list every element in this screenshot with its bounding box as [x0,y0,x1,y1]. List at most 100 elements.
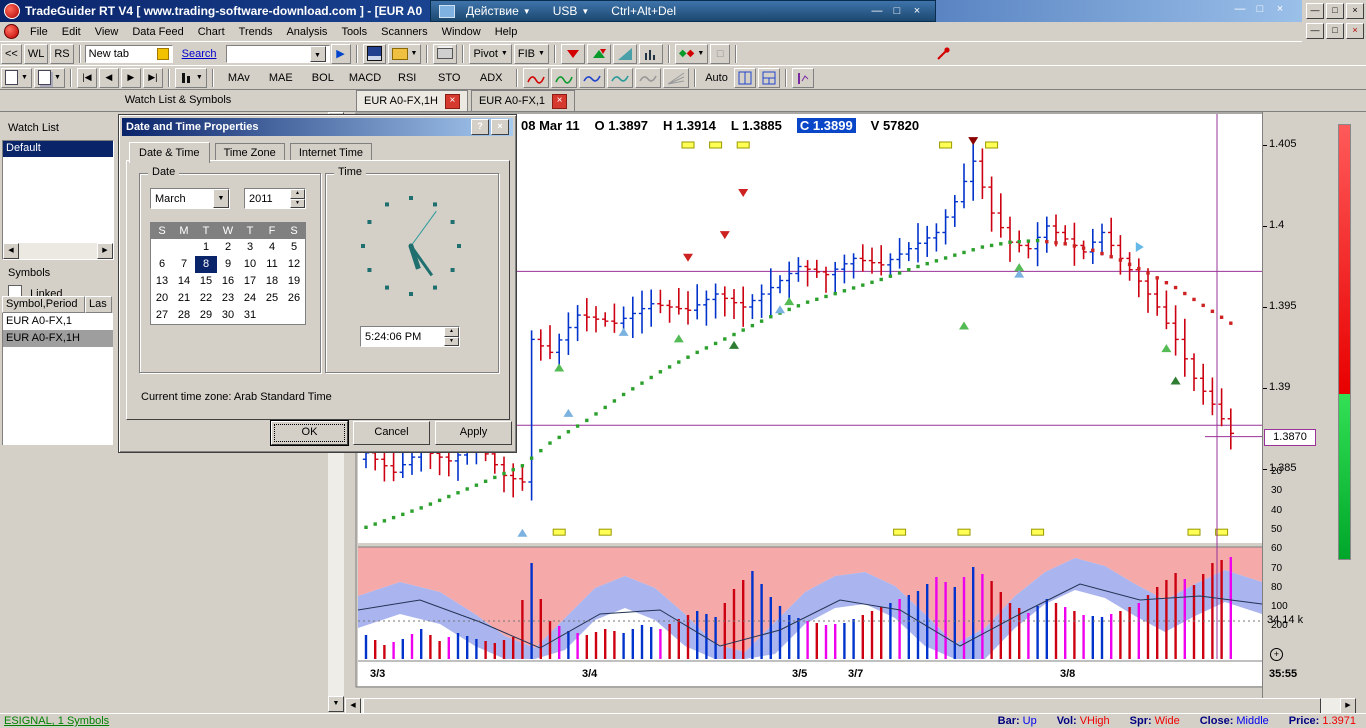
rs-button[interactable]: RS [50,44,73,64]
symbol-row-selected[interactable]: EUR A0-FX,1H [3,330,113,347]
symbol-combo[interactable]: ▼ [226,45,330,63]
ok-button[interactable]: OK [271,421,348,445]
calendar-day-25[interactable]: 25 [261,290,283,307]
calendar-day-12[interactable]: 12 [283,256,305,273]
symbol-row[interactable]: EUR A0-FX,1 [3,313,113,330]
bars-tool-icon[interactable] [639,44,663,64]
menu-window[interactable]: Window [435,24,488,40]
trend-tool-icon[interactable] [613,44,637,64]
calendar-day-9[interactable]: 9 [217,256,239,273]
scrollbar-thumb[interactable] [363,698,1321,714]
indicator-button-mav[interactable]: MAv [219,68,259,88]
calendar-day-23[interactable]: 23 [217,290,239,307]
tab-date-time[interactable]: Date & Time [129,142,210,163]
copy-page-icon[interactable]: ▼ [34,68,65,88]
calendar-day-22[interactable]: 22 [195,290,217,307]
calendar-day-11[interactable]: 11 [261,256,283,273]
menu-analysis[interactable]: Analysis [279,24,334,40]
calendar-day-26[interactable]: 26 [283,290,305,307]
listbox-hscrollbar[interactable]: ◀ ▶ [3,243,113,259]
time-spinner[interactable]: 5:24:06 PM ▲ ▼ [360,326,460,347]
mdi-close-button[interactable]: × [1346,23,1364,39]
spin-up-icon[interactable]: ▲ [290,189,305,199]
new-tab-input[interactable]: New tab [85,45,173,63]
zoom-icon[interactable]: + [1270,648,1283,661]
spin-down-icon[interactable]: ▼ [290,199,305,209]
close-button[interactable]: × [491,119,509,135]
window-copy-icon[interactable]: □ [710,44,730,64]
help-button[interactable]: ? [471,119,489,135]
calendar-day-30[interactable]: 30 [217,307,239,324]
open-folder-icon[interactable]: ▼ [388,44,422,64]
year-spinner[interactable]: 2011 ▲ ▼ [244,188,306,209]
squiggle-blue-icon[interactable] [579,68,605,88]
diamond-marker-dropdown[interactable]: ◆ ◆ ▼ [675,44,708,64]
menu-scanners[interactable]: Scanners [374,24,434,40]
calendar-day-5[interactable]: 5 [283,239,305,256]
scroll-left-icon[interactable]: ◀ [3,243,19,259]
squiggle-green-icon[interactable] [551,68,577,88]
calendar-day-17[interactable]: 17 [239,273,261,290]
next-bar-button[interactable]: ▶ [121,68,141,88]
menu-file[interactable]: File [23,24,55,40]
scale-value-30[interactable]: 30 [1271,485,1282,496]
auto-scale-button[interactable]: Auto [701,68,732,88]
scroll-left-icon[interactable]: ◀ [345,698,361,714]
calendar-day-18[interactable]: 18 [261,273,283,290]
vm-ctrl-alt-del-button[interactable]: Ctrl+Alt+Del [611,4,676,18]
restore-button[interactable]: □ [1326,3,1344,19]
cancel-button[interactable]: Cancel [353,421,430,445]
calendar-day-2[interactable]: 2 [217,239,239,256]
spin-up-icon[interactable]: ▲ [444,327,459,337]
fib-fan-gray-icon[interactable] [663,68,689,88]
minimize-button[interactable]: — [1306,3,1324,19]
calendar-day-4[interactable]: 4 [261,239,283,256]
calendar-day-19[interactable]: 19 [283,273,305,290]
menu-chart[interactable]: Chart [191,24,232,40]
calendar-day-15[interactable]: 15 [195,273,217,290]
watchlist-listbox[interactable]: Default ◀ ▶ [2,140,114,260]
squiggle-teal-icon[interactable] [607,68,633,88]
spin-down-icon[interactable]: ▼ [444,337,459,347]
indicator-button-macd[interactable]: MACD [345,68,385,88]
signal-buy-icon[interactable] [587,44,611,64]
mdi-minimize-button[interactable]: — [1306,23,1324,39]
scale-value-50[interactable]: 50 [1271,524,1282,535]
watchlist-item-default[interactable]: Default [3,141,113,157]
search-link[interactable]: Search [182,48,217,60]
restore-icon[interactable]: □ [1250,3,1270,15]
indicator-button-rsi[interactable]: RSI [387,68,427,88]
squiggle-red-icon[interactable] [523,68,549,88]
calendar-day-14[interactable]: 14 [173,273,195,290]
squiggle-gray-icon[interactable] [635,68,661,88]
chart-style-dropdown[interactable]: ▼ [175,68,207,88]
menu-edit[interactable]: Edit [55,24,88,40]
chevron-down-icon[interactable]: ▼ [310,46,326,62]
menu-trends[interactable]: Trends [232,24,280,40]
page-layout-icon[interactable]: ▼ [1,68,32,88]
calendar-day-13[interactable]: 13 [151,273,173,290]
print-icon[interactable] [433,44,457,64]
calendar[interactable]: SMTWTFS123456789101112131415161718192021… [150,222,306,325]
last-bar-button[interactable]: ▶| [143,68,163,88]
scale-value-80[interactable]: 80 [1271,582,1282,593]
first-bar-button[interactable]: |◀ [77,68,97,88]
calendar-day-7[interactable]: 7 [173,256,195,273]
scale-value-20[interactable]: 20 [1271,466,1282,477]
calendar-day-1[interactable]: 1 [195,239,217,256]
minimize-icon[interactable]: — [867,5,887,17]
scroll-right-icon[interactable]: ▶ [97,243,113,259]
calendar-day-10[interactable]: 10 [239,256,261,273]
grid-layout-2-icon[interactable] [758,68,780,88]
chevron-down-icon[interactable]: ▼ [213,189,229,208]
grid-layout-icon[interactable] [734,68,756,88]
mdi-restore-button[interactable]: □ [1326,23,1344,39]
scale-value-70[interactable]: 70 [1271,563,1282,574]
scale-value-200[interactable]: 200 [1271,620,1288,631]
fib-dropdown-button[interactable]: FIB ▼ [514,44,549,64]
collapse-panel-button[interactable]: << [1,44,22,64]
minimize-icon[interactable]: — [1230,3,1250,15]
dialog-title-bar[interactable]: Date and Time Properties ? × [122,118,513,136]
indicator-button-bol[interactable]: BOL [303,68,343,88]
indicator-button-adx[interactable]: ADX [471,68,511,88]
